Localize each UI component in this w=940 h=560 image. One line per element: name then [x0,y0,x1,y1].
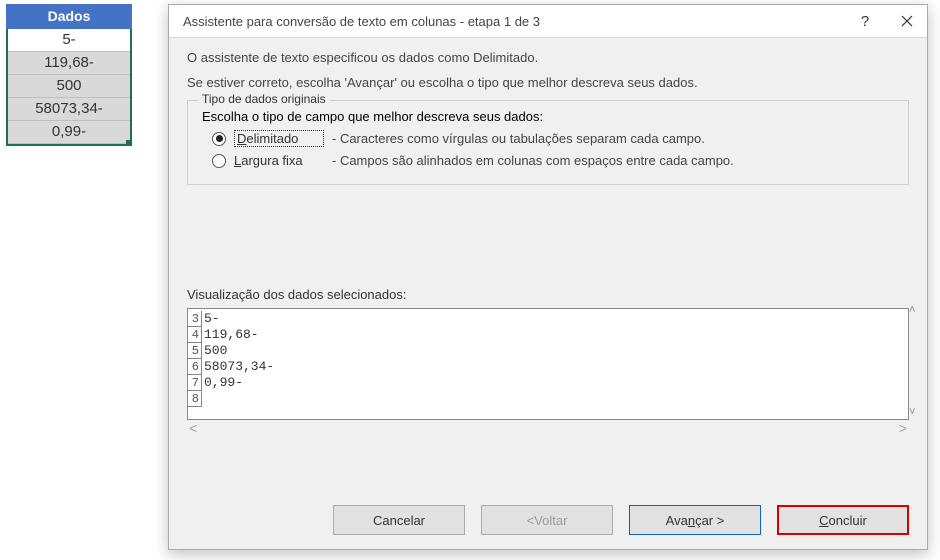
radio-delimited-desc: - Caracteres como vírgulas ou tabulações… [332,131,705,146]
preview-row: 4119,68- [188,327,908,343]
column-header: Dados [6,4,132,29]
data-preview: 35- 4119,68- 5500 658073,34- 70,99- 8 [187,308,909,420]
preview-row: 5500 [188,343,908,359]
preview-row: 70,99- [188,375,908,391]
cell[interactable]: 5- [8,29,130,52]
dialog-title: Assistente para conversão de texto em co… [183,14,540,29]
finish-button[interactable]: Concluir [777,505,909,535]
close-icon [901,15,913,27]
preview-row: 35- [188,311,908,327]
radio-fixed-width-desc: - Campos são alinhados em colunas com es… [332,153,734,168]
dialog-button-row: Cancelar < Voltar Avançar > Concluir [169,489,927,549]
spreadsheet-column: Dados 5- 119,68- 500 58073,34- 0,99- [6,4,132,146]
text-to-columns-wizard-dialog: Assistente para conversão de texto em co… [168,4,928,550]
radio-fixed-width-label: Largura fixa [234,153,324,168]
selected-range[interactable]: 5- 119,68- 500 58073,34- 0,99- [6,29,132,146]
radio-delimited-label: Delimitado [234,130,324,147]
cancel-button[interactable]: Cancelar [333,505,465,535]
back-button: < Voltar [481,505,613,535]
group-prompt: Escolha o tipo de campo que melhor descr… [202,109,894,124]
scroll-left-icon: ˂ [189,420,197,436]
preview-row: 8 [188,391,908,407]
cell[interactable]: 58073,34- [8,98,130,121]
close-button[interactable] [897,11,917,31]
scroll-up-icon: ˄ [909,304,925,316]
preview-label: Visualização dos dados selecionados: [187,287,909,302]
help-button[interactable]: ? [855,11,875,31]
titlebar: Assistente para conversão de texto em co… [169,5,927,38]
intro-text-1: O assistente de texto especificou os dad… [187,50,909,65]
group-title: Tipo de dados originais [198,92,330,106]
preview-scrollbar-vertical[interactable]: ˄ ˅ [909,302,925,420]
fill-handle[interactable] [126,140,132,146]
cell[interactable]: 119,68- [8,52,130,75]
cell[interactable]: 500 [8,75,130,98]
radio-icon [212,154,226,168]
original-data-type-group: Tipo de dados originais Escolha o tipo d… [187,100,909,185]
radio-delimited[interactable]: Delimitado - Caracteres como vírgulas ou… [212,130,894,147]
next-button[interactable]: Avançar > [629,505,761,535]
preview-scrollbar-horizontal[interactable]: ˂ ˃ [187,420,909,436]
radio-fixed-width[interactable]: Largura fixa - Campos são alinhados em c… [212,153,894,168]
radio-icon [212,132,226,146]
scroll-down-icon: ˅ [909,406,925,418]
intro-text-2: Se estiver correto, escolha 'Avançar' ou… [187,75,909,90]
cell[interactable]: 0,99- [8,121,130,144]
preview-row: 658073,34- [188,359,908,375]
scroll-right-icon: ˃ [899,420,907,436]
